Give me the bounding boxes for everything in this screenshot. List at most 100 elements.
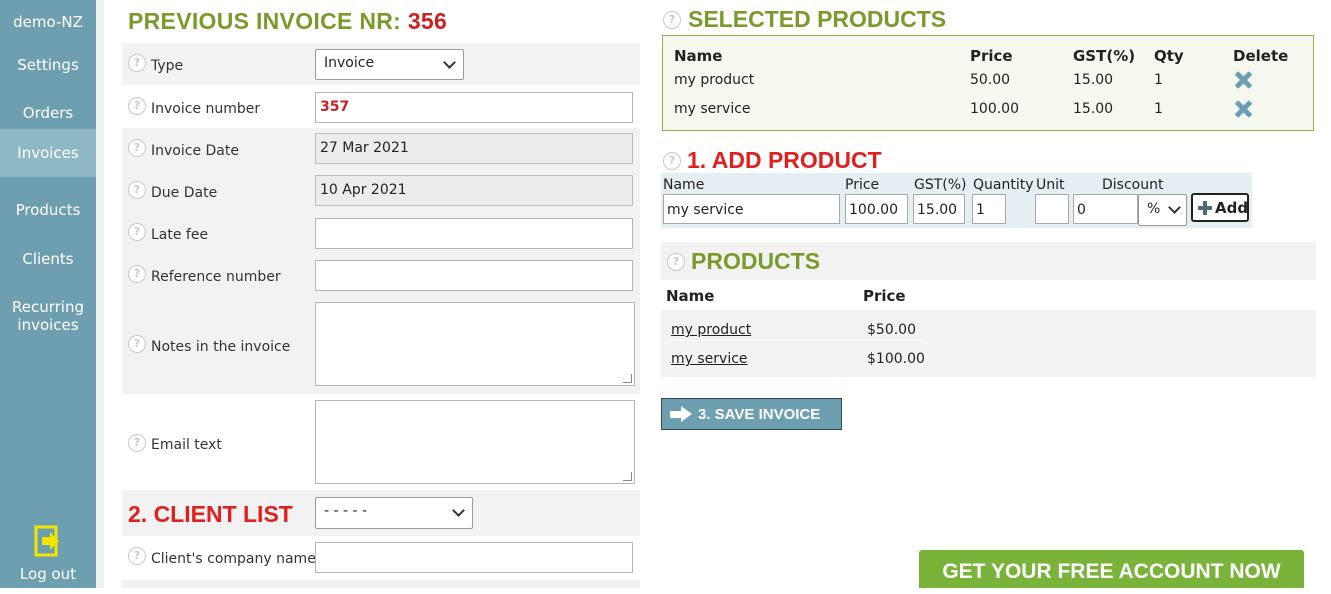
next-row	[122, 580, 640, 588]
add-price-label: Price	[845, 177, 880, 193]
chevron-down-icon	[443, 56, 456, 69]
email-text-label: Email text	[151, 437, 222, 453]
previous-invoice-number: 356	[407, 8, 448, 34]
help-icon[interactable]: ?	[128, 54, 146, 72]
type-select-value: Invoice	[324, 55, 375, 71]
sidebar-item-orders[interactable]: Orders	[0, 104, 96, 122]
add-quantity-input[interactable]: 1	[972, 194, 1006, 224]
col-price: Price	[970, 47, 1013, 65]
help-icon[interactable]: ?	[128, 434, 146, 452]
help-icon[interactable]: ?	[128, 223, 146, 241]
save-invoice-button[interactable]: 3. SAVE INVOICE	[661, 398, 842, 430]
invoice-date-row: ? Invoice Date 27 Mar 2021	[122, 128, 640, 170]
selected-row-qty: 1	[1154, 72, 1163, 88]
add-gst-input[interactable]: 15.00	[913, 194, 965, 224]
add-price-input[interactable]: 100.00	[845, 194, 908, 224]
invoice-number-input[interactable]: 357	[315, 92, 633, 123]
logout-label: Log out	[19, 565, 77, 583]
sidebar-item-products[interactable]: Products	[0, 201, 96, 219]
invoice-date-label: Invoice Date	[151, 143, 239, 159]
logout-button[interactable]: Log out	[0, 525, 96, 583]
col-name: Name	[674, 47, 723, 65]
help-icon[interactable]: ?	[128, 181, 146, 199]
invoice-number-row: ? Invoice number 357	[122, 86, 640, 128]
resize-handle-icon[interactable]	[623, 374, 632, 383]
sidebar-item-settings[interactable]: Settings	[0, 56, 96, 74]
help-icon[interactable]: ?	[128, 265, 146, 283]
account-name: demo-NZ	[13, 13, 83, 31]
delete-icon[interactable]	[1233, 99, 1253, 119]
sidebar-item-invoices[interactable]: Invoices	[0, 129, 96, 177]
chevron-down-icon	[452, 504, 465, 517]
notes-textarea[interactable]	[315, 302, 635, 386]
add-product-form: Name Price GST(%) Quantity Unit Discount…	[661, 173, 1252, 228]
invoice-number-label: Invoice number	[151, 101, 261, 117]
late-fee-row: ? Late fee	[122, 212, 640, 254]
logout-icon	[34, 525, 59, 557]
sidebar-item-recurring-invoices[interactable]: Recurring invoices	[12, 298, 84, 334]
discount-type-select[interactable]: %	[1138, 194, 1187, 226]
type-select[interactable]: Invoice	[315, 49, 464, 80]
resize-handle-icon[interactable]	[623, 472, 632, 481]
notes-label: Notes in the invoice	[151, 339, 291, 355]
due-date-input[interactable]: 10 Apr 2021	[315, 175, 633, 206]
arrow-right-icon	[670, 406, 692, 422]
client-select[interactable]: - - - - -	[315, 497, 473, 529]
sidebar: demo-NZ Settings Orders Invoices Product…	[0, 0, 96, 588]
reference-number-label: Reference number	[151, 269, 281, 285]
type-row: ? Type Invoice	[122, 43, 640, 85]
help-icon[interactable]: ?	[667, 253, 685, 271]
product-price: $100.00	[867, 351, 925, 367]
previous-invoice-label: PREVIOUS INVOICE NR:	[128, 8, 402, 34]
add-discount-label: Discount	[1102, 177, 1164, 193]
products-heading: PRODUCTS	[691, 248, 821, 274]
products-panel: ? PRODUCTS Name Price my product $50.00 …	[661, 242, 1316, 377]
product-link[interactable]: my product	[671, 322, 751, 338]
help-icon[interactable]: ?	[128, 547, 146, 565]
save-invoice-label: 3. SAVE INVOICE	[698, 406, 821, 423]
help-icon[interactable]: ?	[128, 97, 146, 115]
reference-number-input[interactable]	[315, 260, 633, 291]
add-discount-input[interactable]: 0	[1073, 194, 1138, 224]
due-date-row: ? Due Date 10 Apr 2021	[122, 170, 640, 212]
client-select-value: - - - - -	[324, 503, 368, 519]
sidebar-item-clients[interactable]: Clients	[0, 250, 96, 268]
get-free-account-button[interactable]: GET YOUR FREE ACCOUNT NOW	[919, 550, 1304, 588]
notes-row: ? Notes in the invoice	[122, 296, 640, 394]
row-divider	[665, 340, 927, 341]
reference-number-row: ? Reference number	[122, 254, 640, 296]
selected-row-price: 50.00	[970, 72, 1011, 88]
discount-type-value: %	[1147, 201, 1161, 217]
add-name-input[interactable]: my service	[663, 194, 840, 224]
help-icon[interactable]: ?	[663, 11, 681, 29]
col-delete: Delete	[1233, 47, 1289, 65]
sidebar-scroll-track	[96, 0, 104, 588]
late-fee-input[interactable]	[315, 218, 633, 249]
help-icon[interactable]: ?	[128, 139, 146, 157]
email-textarea[interactable]	[315, 400, 635, 484]
selected-row-price: 100.00	[970, 101, 1019, 117]
previous-invoice-heading: PREVIOUS INVOICE NR: 356	[128, 8, 447, 35]
client-company-input[interactable]	[315, 542, 633, 573]
selected-row-name: my product	[674, 72, 755, 88]
selected-row-gst: 15.00	[1073, 101, 1114, 117]
add-product-button[interactable]: Add	[1191, 193, 1249, 222]
selected-row-qty: 1	[1154, 101, 1163, 117]
selected-products-heading: SELECTED PRODUCTS	[688, 6, 947, 32]
client-list-heading: 2. CLIENT LIST	[128, 501, 293, 527]
col-qty: Qty	[1154, 47, 1184, 65]
add-product-heading: 1. ADD PRODUCT	[687, 147, 882, 173]
selected-row-gst: 15.00	[1073, 72, 1114, 88]
products-header-row: Name Price	[661, 280, 1316, 310]
type-label: Type	[151, 58, 184, 74]
add-quantity-label: Quantity	[973, 177, 1034, 193]
add-name-label: Name	[663, 177, 705, 193]
delete-icon[interactable]	[1233, 70, 1253, 90]
invoice-date-input[interactable]: 27 Mar 2021	[315, 133, 633, 164]
due-date-label: Due Date	[151, 185, 218, 201]
selected-row-name: my service	[674, 101, 751, 117]
add-unit-input[interactable]	[1035, 194, 1069, 224]
product-link[interactable]: my service	[671, 351, 748, 367]
help-icon[interactable]: ?	[128, 335, 146, 353]
help-icon[interactable]: ?	[663, 152, 681, 170]
